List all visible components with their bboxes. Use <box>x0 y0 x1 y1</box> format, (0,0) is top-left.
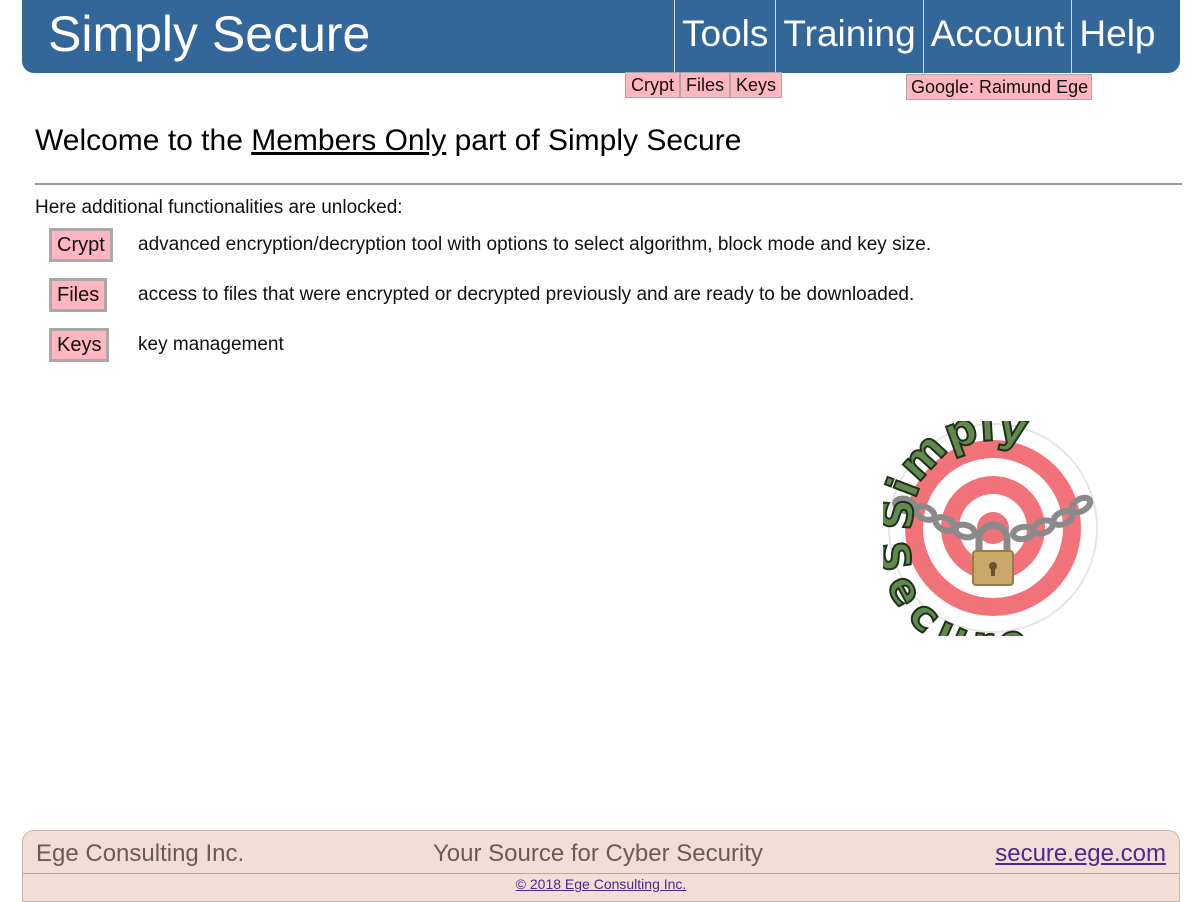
title-pre: Welcome to the <box>35 124 252 157</box>
feature-desc: advanced encryption/decryption tool with… <box>138 234 932 255</box>
feature-row-crypt: Crypt advanced encryption/decryption too… <box>49 228 931 262</box>
feature-desc: access to files that were encrypted or d… <box>138 284 915 305</box>
header-bar: Simply Secure Tools Training Account Hel… <box>22 0 1180 73</box>
nav-training[interactable]: Training <box>775 0 922 73</box>
footer-row: Ege Consulting Inc. Your Source for Cybe… <box>23 831 1179 874</box>
main-nav: Tools Training Account Help <box>674 0 1163 73</box>
submenu-files[interactable]: Files <box>680 72 731 98</box>
nav-help[interactable]: Help <box>1071 0 1162 73</box>
keys-button[interactable]: Keys <box>49 328 110 362</box>
feature-desc: key management <box>138 334 284 355</box>
crypt-button[interactable]: Crypt <box>49 228 113 262</box>
account-user-badge[interactable]: Google: Raimund Ege <box>906 74 1093 100</box>
feature-row-keys: Keys key management <box>49 328 284 362</box>
page-title: Welcome to the Members Only part of Simp… <box>35 122 741 160</box>
members-only-link[interactable]: Members Only <box>251 124 446 157</box>
files-button[interactable]: Files <box>49 278 108 312</box>
divider <box>35 183 1182 185</box>
tools-submenu: Crypt Files Keys <box>625 72 783 98</box>
feature-row-files: Files access to files that were encrypte… <box>49 278 914 312</box>
nav-tools[interactable]: Tools <box>674 0 775 73</box>
footer-copyright-link[interactable]: © 2018 Ege Consulting Inc. <box>23 876 1179 892</box>
submenu-crypt[interactable]: Crypt <box>625 72 681 98</box>
title-post: part of Simply Secure <box>446 124 742 157</box>
footer-tagline: Your Source for Cyber Security <box>433 840 763 867</box>
nav-account[interactable]: Account <box>922 0 1072 73</box>
footer-company: Ege Consulting Inc. <box>36 840 245 867</box>
brand-title[interactable]: Simply Secure <box>48 4 370 64</box>
footer: Ege Consulting Inc. Your Source for Cybe… <box>22 830 1180 902</box>
intro-text: Here additional functionalities are unlo… <box>35 197 403 218</box>
submenu-keys[interactable]: Keys <box>730 72 783 98</box>
footer-site-link[interactable]: secure.ege.com <box>995 840 1166 868</box>
simply-secure-logo: Simply Secure <box>883 421 1098 636</box>
